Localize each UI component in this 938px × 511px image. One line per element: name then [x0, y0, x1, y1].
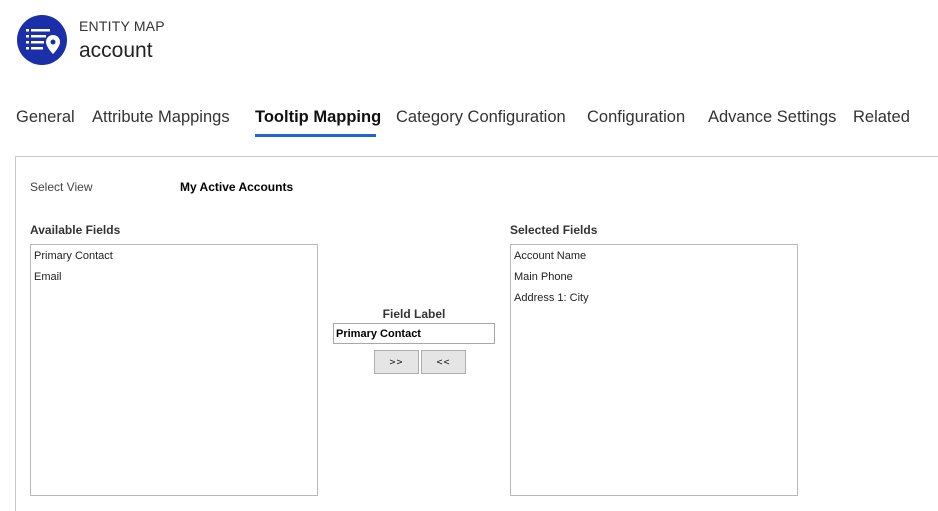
tab-configuration[interactable]: Configuration — [587, 108, 685, 133]
select-view-label: Select View — [30, 180, 93, 194]
entity-type-label: ENTITY MAP — [79, 18, 165, 34]
tab-attribute-mappings[interactable]: Attribute Mappings — [92, 108, 230, 133]
tab-category-configuration[interactable]: Category Configuration — [396, 108, 566, 133]
active-tab-indicator — [255, 134, 376, 137]
entity-name-title: account — [79, 39, 153, 62]
field-label-caption: Field Label — [382, 307, 446, 321]
tab-related[interactable]: Related — [853, 108, 910, 133]
selected-fields-list[interactable]: Account Name Main Phone Address 1: City — [510, 244, 798, 496]
available-fields-heading: Available Fields — [30, 223, 121, 237]
tab-tooltip-mapping[interactable]: Tooltip Mapping — [255, 108, 381, 133]
selected-fields-heading: Selected Fields — [510, 223, 598, 237]
entity-map-icon — [17, 15, 67, 65]
list-item[interactable]: Address 1: City — [514, 291, 797, 312]
tab-advance-settings[interactable]: Advance Settings — [708, 108, 836, 133]
tab-general[interactable]: General — [16, 108, 75, 133]
available-fields-list[interactable]: Primary Contact Email — [30, 244, 318, 496]
tab-bar: General Attribute Mappings Tooltip Mappi… — [0, 108, 938, 138]
list-item[interactable]: Account Name — [514, 249, 797, 270]
select-view-value[interactable]: My Active Accounts — [180, 180, 293, 194]
list-item[interactable]: Email — [34, 270, 317, 291]
list-item[interactable]: Primary Contact — [34, 249, 317, 270]
list-item[interactable]: Main Phone — [514, 270, 797, 291]
remove-field-button[interactable]: << — [421, 350, 466, 374]
add-field-button[interactable]: >> — [374, 350, 419, 374]
field-label-input[interactable] — [333, 323, 495, 344]
